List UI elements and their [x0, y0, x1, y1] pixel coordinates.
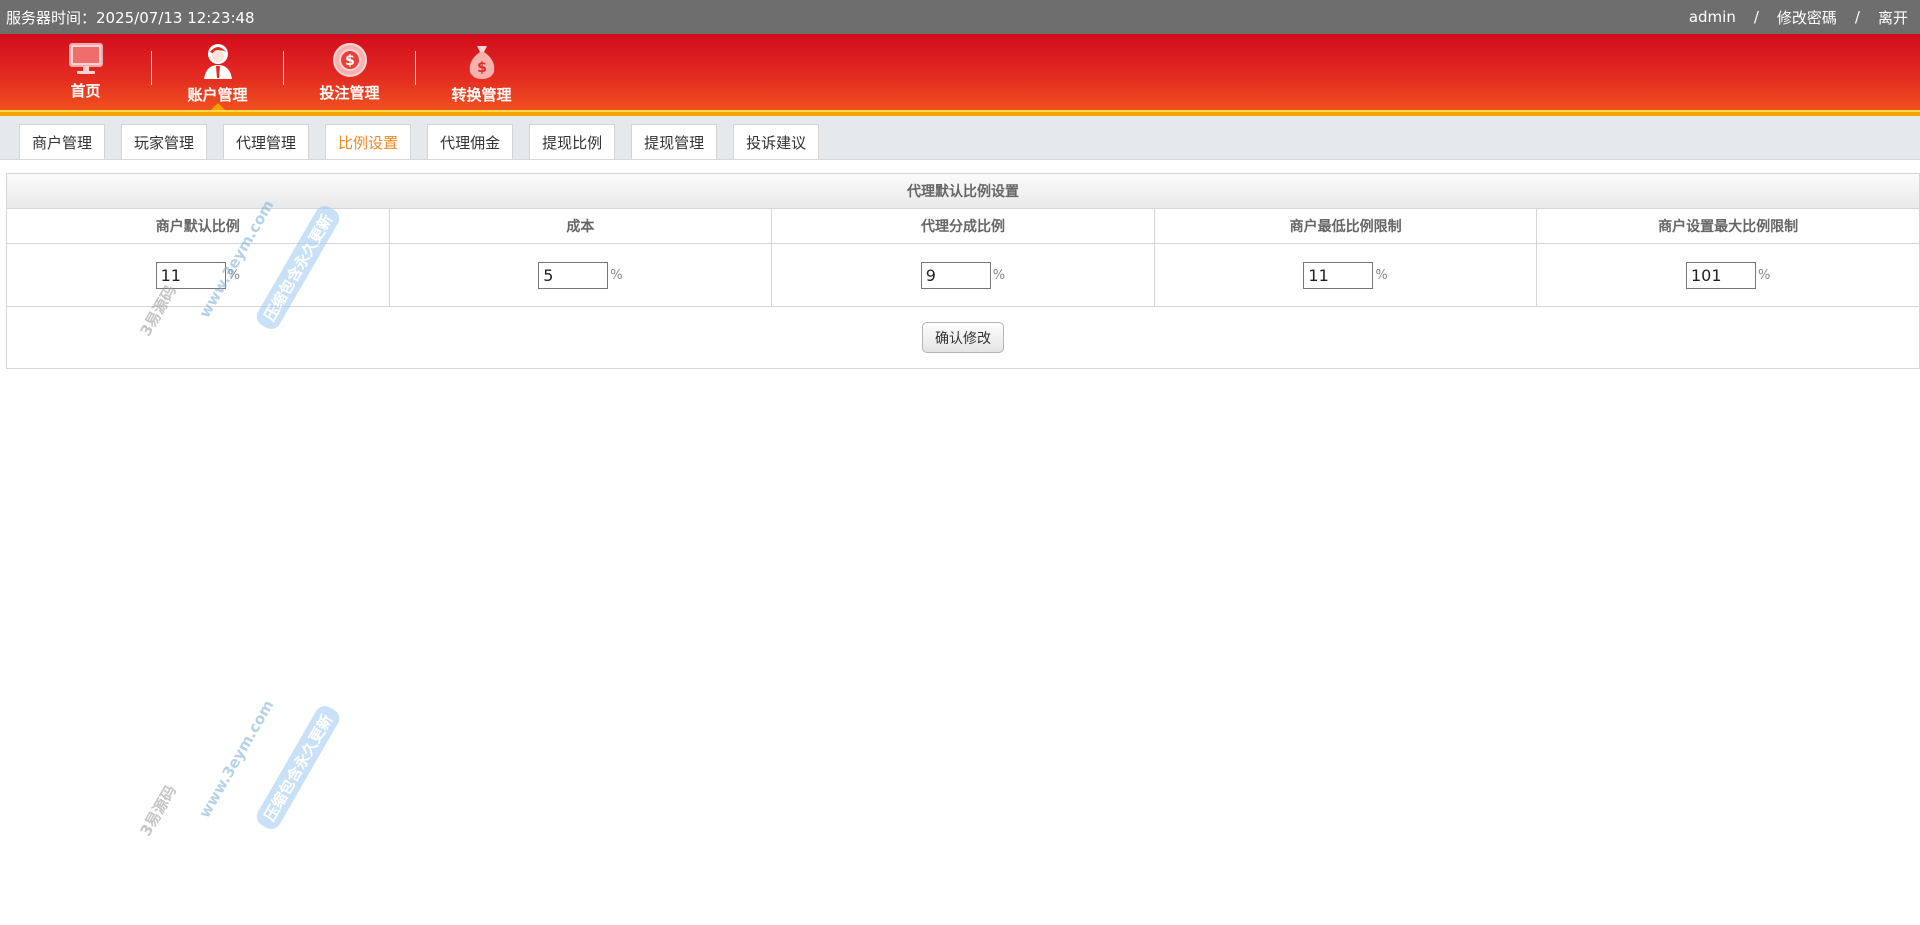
nav-item-home[interactable]: 首页 [20, 34, 151, 110]
nav-item-transfer[interactable]: $ 转换管理 [416, 34, 547, 110]
merchant-max-ratio-input[interactable] [1685, 261, 1756, 289]
percent-unit: % [227, 267, 240, 283]
logout-link[interactable]: 离开 [1872, 7, 1914, 28]
panel-title: 代理默认比例设置 [7, 174, 1919, 209]
confirm-button[interactable]: 确认修改 [922, 322, 1004, 353]
tab-agent-commission[interactable]: 代理佣金 [427, 124, 514, 159]
nav-label: 首页 [70, 82, 101, 100]
tab-complaints[interactable]: 投诉建议 [733, 124, 820, 159]
value-cell: % [772, 244, 1155, 307]
watermark-text: 3易源码 [136, 782, 180, 840]
cost-input[interactable] [538, 261, 609, 289]
server-time: 服务器时间：2025/07/13 12:23:48 [6, 8, 255, 27]
value-cell: % [7, 244, 390, 307]
percent-unit: % [992, 267, 1006, 283]
sub-tab-bar: 商户管理 玩家管理 代理管理 比例设置 代理佣金 提现比例 提现管理 投诉建议 [0, 116, 1920, 160]
agent-share-ratio-input[interactable] [920, 261, 991, 289]
main-nav: 首页 账户管理 $ 投注管理 $ 转换管理 [0, 34, 1920, 110]
value-row: % % % % % [7, 244, 1919, 307]
merchant-default-ratio-input[interactable] [155, 261, 226, 289]
column-header: 代理分成比例 [772, 209, 1155, 244]
percent-unit: % [1375, 267, 1388, 283]
header-row: 商户默认比例 成本 代理分成比例 商户最低比例限制 商户设置最大比例限制 [7, 209, 1919, 244]
nav-label: 投注管理 [319, 84, 380, 102]
column-header: 商户设置最大比例限制 [1537, 209, 1919, 244]
merchant-min-ratio-input[interactable] [1303, 261, 1374, 289]
separator: / [1854, 8, 1860, 26]
actions-row: 确认修改 [7, 307, 1919, 368]
tab-withdraw-management[interactable]: 提现管理 [631, 124, 718, 159]
change-password-link[interactable]: 修改密碼 [1771, 7, 1843, 28]
tab-player-management[interactable]: 玩家管理 [121, 124, 208, 159]
tab-agent-management[interactable]: 代理管理 [223, 124, 310, 159]
tab-withdraw-ratio[interactable]: 提现比例 [529, 124, 616, 159]
value-cell: % [389, 244, 773, 307]
column-header: 商户默认比例 [7, 209, 390, 244]
tab-merchant-management[interactable]: 商户管理 [19, 124, 106, 159]
user-menu: admin / 修改密碼 / 离开 [1683, 7, 1914, 28]
monitor-icon [68, 43, 103, 74]
column-header: 成本 [389, 209, 773, 244]
active-indicator [210, 103, 225, 110]
ratio-settings-panel: 代理默认比例设置 商户默认比例 成本 代理分成比例 商户最低比例限制 商户设置最… [6, 173, 1920, 369]
watermark-text: www.3eym.com [195, 696, 278, 822]
svg-text:$: $ [477, 60, 487, 76]
value-cell: % [1537, 244, 1919, 307]
watermark-text: 压缩包含永久更新 [253, 702, 343, 833]
money-bag-icon: $ [469, 46, 494, 79]
svg-text:$: $ [345, 53, 355, 69]
watermark: www.3eym.com 压缩包含永久更新 3易源码 [136, 660, 350, 860]
tab-ratio-settings[interactable]: 比例设置 [325, 124, 412, 159]
top-status-bar: 服务器时间：2025/07/13 12:23:48 admin / 修改密碼 /… [0, 0, 1920, 34]
percent-unit: % [1757, 267, 1771, 283]
percent-unit: % [610, 267, 623, 283]
user-icon [203, 44, 232, 79]
separator: / [1753, 8, 1759, 26]
nav-label: 账户管理 [187, 86, 248, 104]
value-cell: % [1154, 244, 1538, 307]
username: admin [1688, 8, 1736, 26]
nav-item-betting[interactable]: $ 投注管理 [284, 34, 415, 110]
column-header: 商户最低比例限制 [1154, 209, 1538, 244]
chip-icon: $ [332, 43, 367, 77]
nav-item-account[interactable]: 账户管理 [152, 34, 283, 110]
nav-label: 转换管理 [451, 86, 512, 104]
